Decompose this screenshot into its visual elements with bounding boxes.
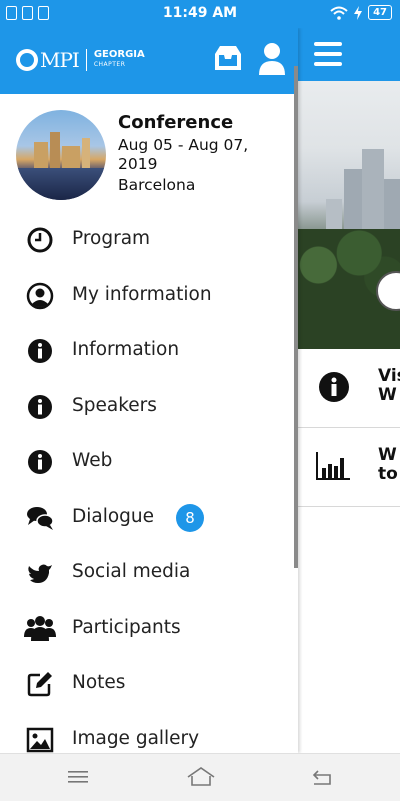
hero-image [298,81,400,349]
menu-item-program[interactable]: Program [0,212,298,268]
menu-item-dialogue[interactable]: Dialogue 8 [0,490,298,546]
conference-dates: Aug 05 - Aug 07, 2019 [118,136,249,173]
mpi-logo-mark [16,49,38,71]
menu-item-web[interactable]: Web [0,434,298,490]
twitter-icon [28,564,52,583]
image-icon [26,727,54,752]
app-header [298,28,400,81]
info-icon [28,339,52,363]
menu-item-information[interactable]: Information [0,323,298,379]
menu-item-speakers[interactable]: Speakers [0,379,298,435]
menu-item-participants[interactable]: Participants [0,601,298,657]
menu-item-label: Speakers [72,394,157,416]
drawer-menu: Program My information Information Speak… [0,212,298,753]
drawer-scrollbar[interactable] [294,66,298,568]
menu-item-label: Web [72,450,113,471]
user-circle-icon [26,282,54,309]
back-nav-icon[interactable] [310,765,336,789]
menu-item-label: Information [72,339,180,360]
menu-item-notes[interactable]: Notes [0,656,298,712]
menu-item-label: Notes [72,672,126,693]
status-right: 47 [330,5,392,20]
conference-title: Conference [118,112,234,133]
menu-item-social-media[interactable]: Social media [0,545,298,601]
system-nav-bar [0,753,400,801]
menu-icon[interactable] [314,42,342,66]
background-row-info[interactable]: Vis W [298,349,400,428]
menu-nav-icon[interactable] [66,765,92,789]
conference-city: Barcelona [118,176,196,194]
status-bar: 11:49 AM 47 [0,0,400,28]
edit-icon [27,672,52,697]
battery-indicator: 47 [368,5,392,20]
menu-item-label: My information [72,283,212,305]
wifi-icon [330,6,348,20]
charging-icon [354,5,363,20]
people-icon [24,615,56,641]
profile-icon[interactable] [258,42,286,76]
home-nav-icon[interactable] [186,765,216,789]
bar-chart-icon [316,452,350,480]
conference-card[interactable]: Conference Aug 05 - Aug 07, 2019 Barcelo… [0,94,298,212]
menu-item-label: Image gallery [72,727,200,749]
menu-item-my-information[interactable]: My information [0,268,298,324]
menu-item-label: Participants [72,616,181,638]
background-row-text: W to [378,445,398,484]
conference-photo [16,110,106,200]
unread-badge: 8 [176,503,204,532]
menu-item-label: Social media [72,561,191,582]
drawer-header: MPI GEORGIA CHAPTER [0,28,298,94]
inbox-icon[interactable] [212,42,244,74]
mpi-logo: MPI GEORGIA CHAPTER [16,48,145,72]
info-icon [28,450,52,474]
menu-item-label: Program [72,228,151,249]
chat-icon [27,506,54,530]
menu-item-label: Dialogue [72,505,155,527]
navigation-drawer: MPI GEORGIA CHAPTER Conference Aug 05 - … [0,28,298,753]
info-icon [28,394,52,419]
background-row-text: Vis W [378,366,400,405]
info-icon [319,372,349,402]
background-row-stats[interactable]: W to [298,428,400,507]
clock-icon [27,227,53,253]
menu-item-image-gallery[interactable]: Image gallery [0,712,298,754]
